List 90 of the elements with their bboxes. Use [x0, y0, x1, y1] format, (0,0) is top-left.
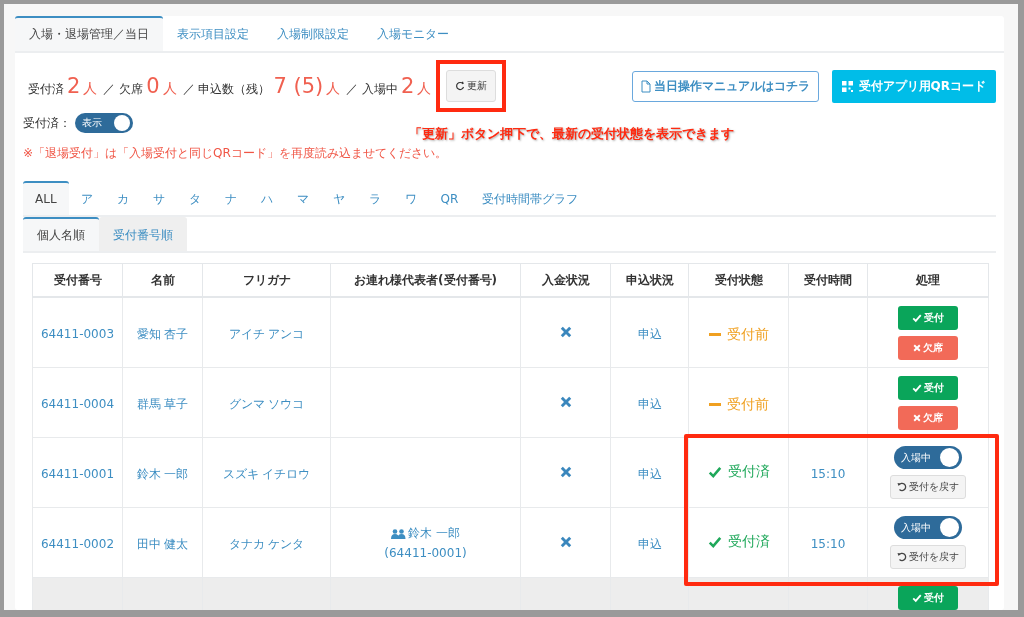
users-icon: [391, 528, 407, 539]
tab[interactable]: 入場制限設定: [263, 16, 363, 51]
undo-button[interactable]: 受付を戻す: [890, 475, 966, 499]
undo-icon: [897, 552, 907, 562]
x-icon: [559, 536, 572, 548]
stat-unit: 人: [417, 80, 432, 98]
filter-tab[interactable]: QR: [428, 181, 471, 215]
filter-tab[interactable]: ワ: [392, 181, 429, 215]
person-name[interactable]: 群馬 草子: [136, 396, 189, 411]
stat-value: 7 (5): [273, 74, 324, 98]
document-icon: [640, 79, 651, 93]
filter-tab[interactable]: 受付時間帯グラフ: [470, 181, 591, 215]
refresh-button[interactable]: 更新: [446, 70, 497, 102]
reception-time: 15:10: [810, 537, 846, 551]
stat-unit: 人: [83, 80, 98, 98]
stat-value: 2: [401, 74, 415, 98]
companion-name[interactable]: 鈴木 一郎: [391, 525, 460, 542]
sort-tab[interactable]: 受付番号順: [99, 217, 187, 251]
stat-label: ／ 入場中: [346, 81, 399, 98]
x-icon: [913, 413, 921, 422]
person-name[interactable]: 愛知 杏子: [136, 326, 189, 341]
accept-button[interactable]: 受付: [898, 375, 958, 400]
furigana[interactable]: スズキ イチロウ: [222, 466, 311, 481]
reception-number[interactable]: 64411-0003: [40, 327, 114, 341]
dash-icon: [708, 333, 721, 337]
check-icon: [707, 534, 722, 549]
filter-tab[interactable]: カ: [104, 181, 141, 215]
person-name[interactable]: 田中 健太: [136, 536, 189, 551]
filter-tab[interactable]: タ: [176, 181, 213, 215]
stat-unit: 人: [326, 80, 341, 98]
manual-button[interactable]: 当日操作マニュアルはコチラ: [631, 70, 819, 102]
entry-toggle[interactable]: 入場中: [894, 446, 962, 469]
stat-label: ／ 申込数（残）: [182, 81, 271, 98]
reception-number[interactable]: 64411-0004: [40, 397, 114, 411]
filter-tab[interactable]: ALL: [23, 181, 69, 215]
x-icon: [559, 466, 572, 478]
reception-status: 受付前: [708, 395, 769, 414]
application-status: 申込: [637, 396, 662, 411]
qr-code-button[interactable]: 受付アプリ用QRコード: [831, 69, 996, 103]
display-toggle[interactable]: 表示: [75, 113, 133, 133]
accept-button[interactable]: 受付: [898, 586, 958, 610]
stat-unit: 人: [162, 80, 177, 98]
filter-tab[interactable]: ハ: [248, 181, 285, 215]
furigana[interactable]: タナカ ケンタ: [228, 536, 305, 551]
reception-status: 受付済: [707, 462, 770, 481]
undo-icon: [897, 482, 907, 492]
accept-button[interactable]: 受付: [898, 305, 958, 330]
furigana[interactable]: アイチ アンコ: [228, 326, 305, 341]
annotation-text: 「更新」ボタン押下で、最新の受付状態を表示できます: [409, 125, 735, 143]
check-icon: [912, 382, 922, 393]
undo-button[interactable]: 受付を戻す: [890, 545, 966, 569]
check-icon: [912, 593, 922, 603]
reception-number[interactable]: 64411-0001: [40, 467, 114, 481]
application-status: 申込: [637, 326, 662, 341]
x-icon: [559, 326, 572, 338]
stat-value: 2: [67, 74, 81, 98]
stat-value: 0: [146, 74, 160, 98]
notice-text: ※「退場受付」は「入場受付と同じQRコード」を再度読み込ませてください。: [23, 145, 448, 162]
filter-tab[interactable]: ヤ: [320, 181, 357, 215]
reception-status: 受付前: [708, 325, 769, 344]
person-name[interactable]: 鈴木 一郎: [136, 466, 189, 481]
stat-label: 受付済: [28, 81, 64, 98]
entry-toggle[interactable]: 入場中: [894, 516, 962, 539]
application-status: 申込: [637, 536, 662, 551]
dash-icon: [708, 403, 721, 407]
x-icon: [913, 343, 921, 352]
filter-tab[interactable]: ラ: [356, 181, 393, 215]
qr-code-icon: [841, 80, 853, 92]
filter-label: 受付済：: [23, 114, 71, 132]
check-icon: [707, 464, 722, 479]
x-icon: [559, 396, 572, 408]
stat-label: ／ 欠席: [103, 81, 144, 98]
reception-number[interactable]: 64411-0002: [40, 537, 114, 551]
check-icon: [912, 312, 922, 323]
furigana[interactable]: グンマ ソウコ: [228, 396, 305, 411]
application-status: 申込: [637, 466, 662, 481]
refresh-icon: [455, 81, 466, 91]
absent-button[interactable]: 欠席: [898, 405, 958, 430]
tab[interactable]: 入場モニター: [363, 16, 463, 51]
filter-tab[interactable]: ナ: [212, 181, 249, 215]
tab[interactable]: 表示項目設定: [163, 16, 263, 51]
absent-button[interactable]: 欠席: [898, 335, 958, 360]
reception-time: 15:10: [810, 467, 846, 481]
tab[interactable]: 入場・退場管理／当日: [15, 16, 163, 51]
reception-status: 受付済: [707, 532, 770, 551]
filter-tab[interactable]: ア: [68, 181, 105, 215]
sort-tab[interactable]: 個人名順: [23, 217, 99, 251]
companion-number[interactable]: (64411-0001): [384, 546, 467, 560]
filter-tab[interactable]: サ: [140, 181, 177, 215]
filter-tab[interactable]: マ: [284, 181, 321, 215]
